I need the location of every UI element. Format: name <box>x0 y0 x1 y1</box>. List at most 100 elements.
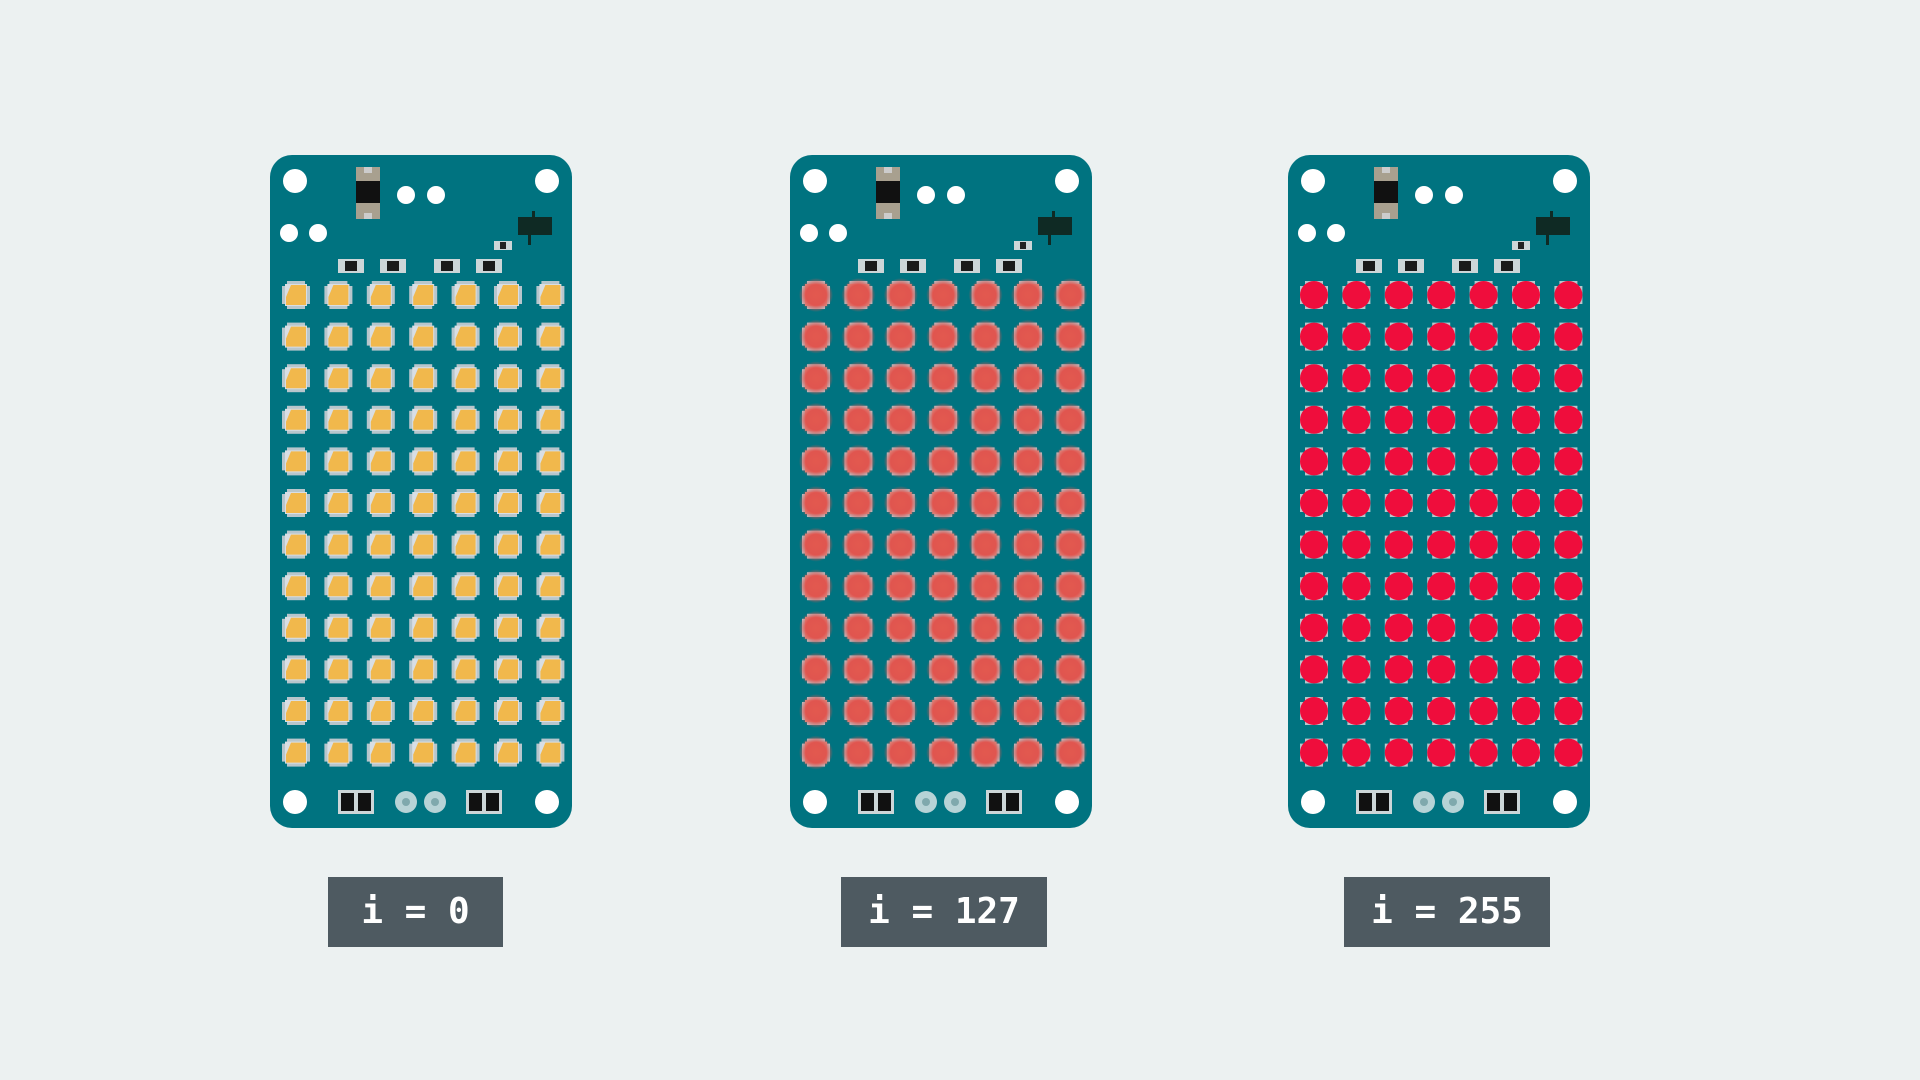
led <box>536 738 565 767</box>
led-matrix-board-off <box>270 155 572 828</box>
led <box>366 738 395 767</box>
led <box>1427 530 1456 559</box>
led <box>841 652 876 687</box>
led <box>1011 694 1045 728</box>
led <box>926 402 961 437</box>
led <box>968 694 1003 728</box>
led <box>536 655 565 684</box>
led <box>1554 447 1583 476</box>
led <box>968 402 1003 437</box>
led <box>451 738 480 767</box>
led <box>1342 738 1371 767</box>
pin-hole <box>1415 186 1433 204</box>
led <box>1011 735 1045 770</box>
led <box>536 572 565 601</box>
led <box>883 569 918 604</box>
led <box>536 405 565 434</box>
led <box>841 278 876 312</box>
led <box>1011 652 1045 687</box>
led <box>1011 610 1045 645</box>
led <box>1427 322 1456 351</box>
led <box>1427 281 1456 309</box>
led <box>1427 613 1456 642</box>
led <box>1384 364 1413 393</box>
led <box>366 697 395 725</box>
led <box>366 572 395 601</box>
mounting-hole <box>1055 790 1079 814</box>
led <box>841 361 876 396</box>
led <box>926 694 961 728</box>
led <box>324 572 353 601</box>
led <box>968 527 1003 562</box>
led <box>409 489 438 517</box>
led <box>1053 278 1088 312</box>
led <box>366 322 395 351</box>
led <box>968 486 1003 520</box>
led <box>366 281 395 309</box>
pin-hole <box>1298 224 1316 242</box>
led <box>883 735 918 770</box>
led <box>1554 322 1583 351</box>
led <box>494 613 522 642</box>
led <box>1300 489 1328 517</box>
led <box>1512 489 1540 517</box>
led <box>1342 405 1371 434</box>
led <box>883 278 918 312</box>
led <box>1342 530 1371 559</box>
led <box>1512 447 1540 476</box>
led <box>1469 530 1498 559</box>
led <box>366 613 395 642</box>
led <box>1384 405 1413 434</box>
led <box>883 361 918 396</box>
led <box>841 569 876 604</box>
led <box>883 486 918 520</box>
led <box>1384 738 1413 767</box>
diagram-stage: i = 0 i = 127 i = 255 <box>0 0 1920 1080</box>
led <box>926 486 961 520</box>
led <box>1469 655 1498 684</box>
led <box>451 697 480 725</box>
led <box>1512 322 1540 351</box>
led <box>1554 281 1583 309</box>
led <box>1512 697 1540 725</box>
led <box>841 694 876 728</box>
led <box>1053 652 1088 687</box>
led <box>1427 364 1456 393</box>
led <box>1427 697 1456 725</box>
led <box>282 364 310 393</box>
led <box>841 486 876 520</box>
led <box>1342 447 1371 476</box>
pin-hole <box>397 186 415 204</box>
led <box>494 530 522 559</box>
led <box>1512 572 1540 601</box>
led <box>282 572 310 601</box>
pin-hole <box>1327 224 1345 242</box>
led <box>883 319 918 354</box>
transistor-icon <box>1536 217 1570 235</box>
led <box>1300 281 1328 309</box>
led <box>1053 610 1088 645</box>
led <box>536 281 565 309</box>
led <box>451 281 480 309</box>
led <box>1384 281 1413 309</box>
led <box>1384 322 1413 351</box>
led <box>409 530 438 559</box>
led <box>282 322 310 351</box>
led <box>799 444 833 479</box>
led <box>494 738 522 767</box>
led <box>282 447 310 476</box>
led <box>1427 738 1456 767</box>
brightness-label-127: i = 127 <box>841 877 1047 947</box>
led <box>1469 697 1498 725</box>
led <box>1342 697 1371 725</box>
led <box>1011 361 1045 396</box>
led <box>409 322 438 351</box>
led <box>926 319 961 354</box>
led <box>968 569 1003 604</box>
led <box>409 697 438 725</box>
brightness-label-255: i = 255 <box>1344 877 1550 947</box>
led <box>1554 655 1583 684</box>
pin-hole <box>917 186 935 204</box>
led <box>799 569 833 604</box>
led <box>451 489 480 517</box>
